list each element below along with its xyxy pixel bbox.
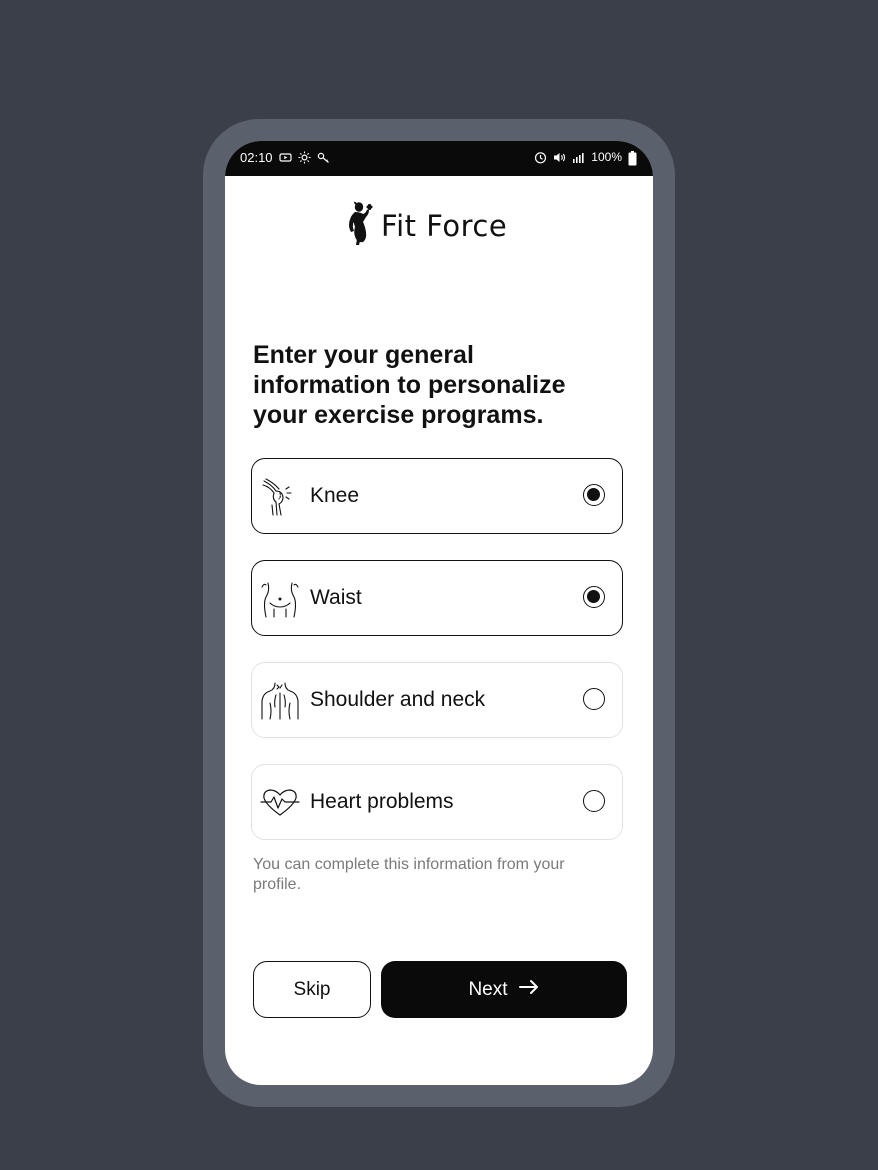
option-label-waist: Waist <box>310 586 362 609</box>
radio-heart-problems[interactable] <box>583 790 605 812</box>
brand-logo: Fit Force <box>345 201 507 250</box>
helper-text: You can complete this information from y… <box>253 856 565 893</box>
signal-icon <box>572 151 585 164</box>
page-title: Enter your general information to person… <box>253 341 566 429</box>
battery-percentage: 100% <box>591 150 622 164</box>
alarm-icon <box>534 151 547 164</box>
shoulder-neck-icon <box>260 681 300 721</box>
option-waist[interactable]: Waist <box>251 560 623 636</box>
skip-button[interactable]: Skip <box>253 961 371 1018</box>
radio-dot <box>587 590 600 603</box>
knee-icon <box>260 477 300 517</box>
status-bar-left: 02:10 <box>240 150 330 165</box>
radio-dot <box>587 488 600 501</box>
waist-icon <box>260 579 300 619</box>
youtube-icon <box>278 151 292 164</box>
brightness-icon <box>298 151 311 164</box>
radio-knee[interactable] <box>583 484 605 506</box>
status-time: 02:10 <box>240 150 273 165</box>
fitness-woman-icon <box>345 201 375 250</box>
next-button-label: Next <box>468 978 508 1000</box>
next-button[interactable]: Next <box>381 961 627 1018</box>
key-icon <box>317 151 330 164</box>
option-label-heart-problems: Heart problems <box>310 790 454 813</box>
arrow-right-icon <box>518 979 540 1001</box>
phone-frame: 02:10 100% Fit Force Enter your general … <box>203 119 675 1107</box>
app-screen: 02:10 100% Fit Force Enter your general … <box>225 141 653 1085</box>
battery-icon <box>628 150 637 165</box>
heart-pulse-icon <box>260 783 300 823</box>
brand-name: Fit Force <box>381 208 508 243</box>
option-shoulder-neck[interactable]: Shoulder and neck <box>251 662 623 738</box>
status-bar: 02:10 100% <box>225 141 653 176</box>
radio-shoulder-neck[interactable] <box>583 688 605 710</box>
radio-waist[interactable] <box>583 586 605 608</box>
volume-icon <box>553 151 566 164</box>
status-bar-right: 100% <box>534 150 637 165</box>
option-knee[interactable]: Knee <box>251 458 623 534</box>
option-label-shoulder-neck: Shoulder and neck <box>310 688 486 711</box>
option-heart-problems[interactable]: Heart problems <box>251 764 623 840</box>
option-label-knee: Knee <box>310 484 360 507</box>
